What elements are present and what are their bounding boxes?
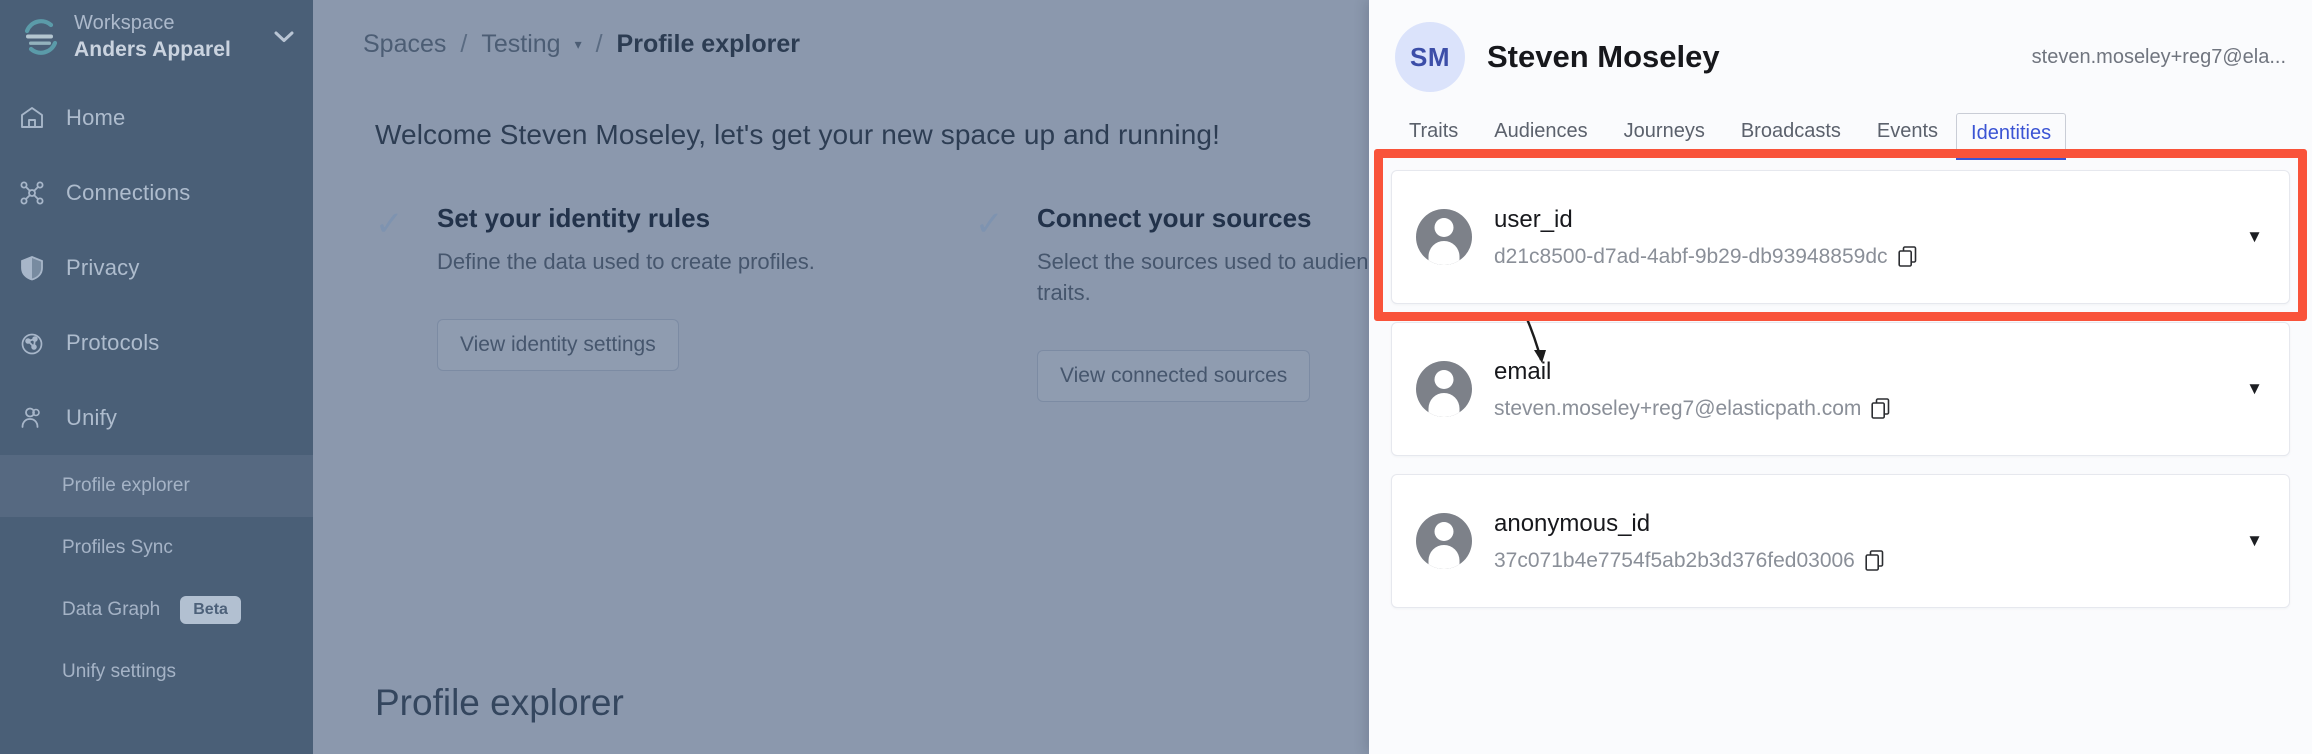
sidebar-subitem-label: Unify settings (62, 661, 176, 683)
chevron-down-icon[interactable]: ▼ (2232, 227, 2263, 247)
checklist-description: Define the data used to create profiles. (437, 246, 867, 277)
segment-logo-icon (18, 14, 64, 60)
identity-key: anonymous_id (1494, 510, 2210, 538)
home-icon (18, 104, 46, 132)
identity-key: email (1494, 358, 2210, 386)
copy-icon[interactable] (1898, 246, 1918, 268)
chevron-down-icon[interactable]: ▼ (2232, 531, 2263, 551)
sidebar-item-data-graph[interactable]: Data Graph Beta (0, 579, 313, 641)
checkmark-icon: ✓ (375, 203, 415, 402)
person-avatar-icon (1416, 361, 1472, 417)
profile-name: Steven Moseley (1487, 39, 2010, 75)
sidebar-nav: Home Connections (0, 80, 313, 703)
view-connected-sources-button[interactable]: View connected sources (1037, 350, 1310, 402)
shield-icon (18, 254, 46, 282)
sidebar-item-home[interactable]: Home (0, 80, 313, 155)
sidebar-item-privacy[interactable]: Privacy (0, 230, 313, 305)
identity-value: 37c071b4e7754f5ab2b3d376fed03006 (1494, 549, 1855, 573)
protocols-icon (18, 329, 46, 357)
breadcrumb-separator: / (596, 30, 603, 59)
tab-identities[interactable]: Identities (1956, 113, 2066, 157)
annotation-pointer-arrow (1515, 310, 1559, 368)
sidebar-item-label: Privacy (66, 255, 140, 281)
workspace-text: Workspace Anders Apparel (74, 11, 261, 63)
sidebar-subitem-label: Data Graph (62, 599, 160, 621)
copy-icon[interactable] (1865, 550, 1885, 572)
connections-node-icon (18, 179, 46, 207)
identity-card-anonymous-id[interactable]: anonymous_id 37c071b4e7754f5ab2b3d376fed… (1391, 474, 2290, 608)
identity-value: d21c8500-d7ad-4abf-9b29-db93948859dc (1494, 245, 1888, 269)
left-sidebar: Workspace Anders Apparel Home (0, 0, 313, 754)
workspace-name: Anders Apparel (74, 37, 261, 63)
app-root: Workspace Anders Apparel Home (0, 0, 2312, 754)
tab-broadcasts[interactable]: Broadcasts (1723, 110, 1859, 157)
identity-card-user-id[interactable]: user_id d21c8500-d7ad-4abf-9b29-db939488… (1391, 170, 2290, 304)
sidebar-item-connections[interactable]: Connections (0, 155, 313, 230)
panel-tabs: Traits Audiences Journeys Broadcasts Eve… (1369, 92, 2312, 157)
profile-email: steven.moseley+reg7@ela... (2032, 46, 2286, 69)
panel-header: SM Steven Moseley steven.moseley+reg7@el… (1369, 0, 2312, 92)
beta-badge: Beta (180, 596, 241, 624)
identity-key: user_id (1494, 206, 2210, 234)
person-avatar-icon (1416, 209, 1472, 265)
sidebar-item-profiles-sync[interactable]: Profiles Sync (0, 517, 313, 579)
identity-value: steven.moseley+reg7@elasticpath.com (1494, 397, 1861, 421)
sidebar-item-unify-settings[interactable]: Unify settings (0, 641, 313, 703)
sidebar-item-label: Connections (66, 180, 191, 206)
breadcrumb-current: Profile explorer (617, 30, 800, 59)
workspace-label: Workspace (74, 11, 261, 36)
identities-list: user_id d21c8500-d7ad-4abf-9b29-db939488… (1369, 158, 2312, 608)
view-identity-settings-button[interactable]: View identity settings (437, 319, 679, 371)
sidebar-item-label: Protocols (66, 330, 160, 356)
workspace-switcher[interactable]: Workspace Anders Apparel (0, 0, 313, 74)
sidebar-item-label: Unify (66, 405, 117, 431)
sidebar-subitem-label: Profile explorer (62, 475, 190, 497)
tab-traits[interactable]: Traits (1391, 110, 1476, 157)
checklist-title: Set your identity rules (437, 203, 975, 234)
tab-journeys[interactable]: Journeys (1606, 110, 1723, 157)
copy-icon[interactable] (1871, 398, 1891, 420)
tab-events[interactable]: Events (1859, 110, 1956, 157)
sidebar-item-label: Home (66, 105, 126, 131)
checkmark-icon: ✓ (975, 203, 1015, 402)
checklist-item-identity-rules: ✓ Set your identity rules Define the dat… (375, 203, 975, 402)
tab-audiences[interactable]: Audiences (1476, 110, 1605, 157)
breadcrumb-spaces[interactable]: Spaces (363, 30, 446, 59)
caret-down-icon[interactable]: ▾ (575, 36, 582, 53)
sidebar-item-profile-explorer[interactable]: Profile explorer (0, 455, 313, 517)
sidebar-item-unify[interactable]: Unify (0, 380, 313, 455)
page-title: Profile explorer (375, 682, 624, 724)
sidebar-subitem-label: Profiles Sync (62, 537, 173, 559)
avatar: SM (1395, 22, 1465, 92)
breadcrumb-separator: / (460, 30, 467, 59)
profile-detail-panel: SM Steven Moseley steven.moseley+reg7@el… (1369, 0, 2312, 754)
chevron-down-icon[interactable]: ▼ (2232, 379, 2263, 399)
chevron-down-icon[interactable] (271, 31, 297, 43)
sidebar-item-protocols[interactable]: Protocols (0, 305, 313, 380)
person-avatar-icon (1416, 513, 1472, 569)
user-unify-icon (18, 404, 46, 432)
breadcrumb-space-name[interactable]: Testing (481, 30, 560, 59)
